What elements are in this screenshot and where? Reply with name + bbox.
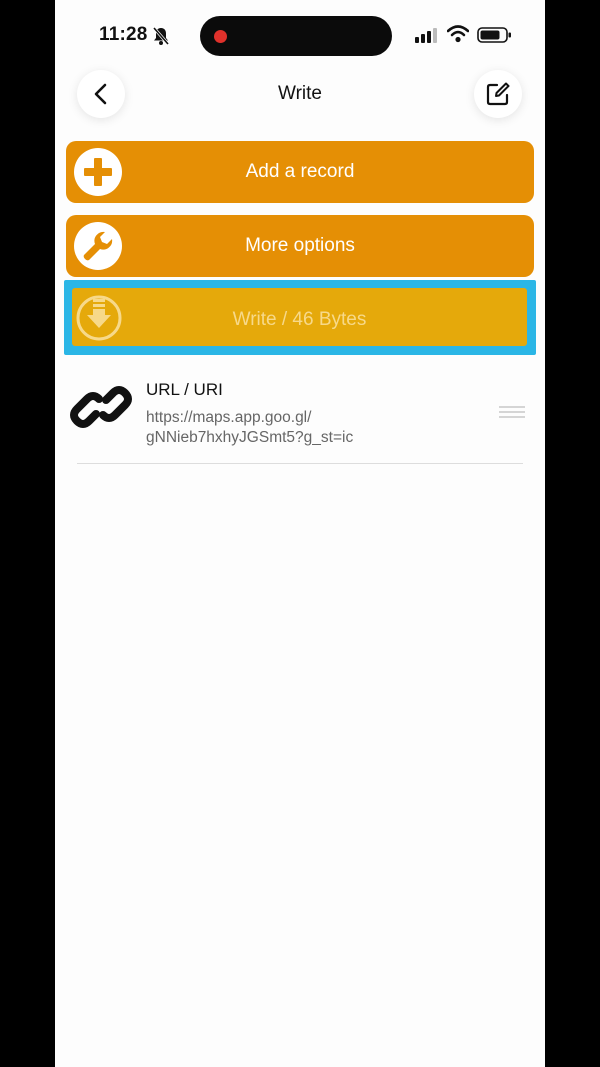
record-value-line1: https://maps.app.goo.gl/ [146, 409, 312, 426]
record-type: URL / URI [146, 380, 223, 399]
drag-handle-icon[interactable] [499, 405, 525, 419]
signal-icon [415, 28, 437, 43]
edit-button[interactable] [474, 70, 522, 118]
status-time: 11:28 [99, 24, 148, 45]
phone-screen: 11:28 Write Add a record More options Wr… [55, 0, 545, 1067]
write-label: Write / 46 Bytes [232, 309, 367, 330]
add-record-button[interactable]: Add a record [66, 141, 534, 203]
page-title: Write [278, 83, 322, 104]
write-button[interactable]: Write / 46 Bytes [72, 288, 527, 346]
divider [77, 463, 523, 464]
record-row[interactable]: URL / URI https://maps.app.goo.gl/ gNNie… [65, 363, 535, 463]
add-record-label: Add a record [245, 161, 355, 182]
battery-icon [477, 27, 511, 43]
wifi-icon [447, 25, 469, 43]
compose-icon [486, 82, 510, 106]
bell-slash-icon [152, 27, 170, 45]
more-options-button[interactable]: More options [66, 215, 534, 277]
dynamic-island [200, 16, 392, 56]
write-highlight: Write / 46 Bytes [64, 280, 536, 355]
more-options-label: More options [245, 235, 355, 256]
recording-dot [214, 30, 227, 43]
link-icon [70, 386, 132, 428]
record-value-line2: gNNieb7hxhyJGSmt5?g_st=ic [146, 429, 354, 446]
record-value: https://maps.app.goo.gl/ gNNieb7hxhyJGSm… [146, 408, 446, 448]
